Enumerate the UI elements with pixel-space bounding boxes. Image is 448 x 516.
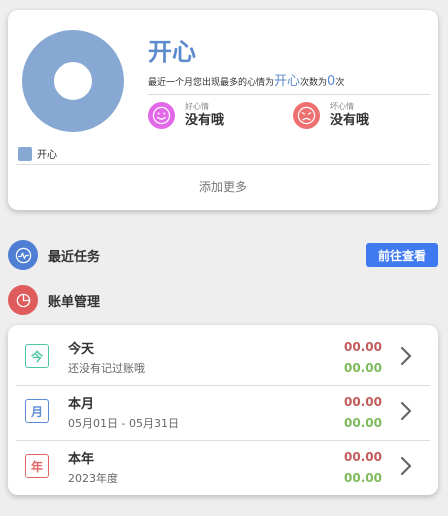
bill-subtitle-year: 2023年度 — [68, 472, 118, 485]
pie-chart-icon — [8, 285, 38, 315]
bill-title-year: 本年 — [68, 452, 95, 467]
bad-mood-caption: 坏心情 — [330, 102, 354, 111]
bill-badge-year: 年 — [25, 454, 49, 478]
activity-pulse-icon — [8, 240, 38, 270]
mood-summary: 最近一个月您出现最多的心情为开心次数为0次 — [148, 70, 344, 89]
sad-face-icon — [293, 102, 320, 129]
bill-manage-section: 账单管理 — [8, 285, 100, 315]
mood-divider — [148, 94, 430, 95]
good-mood-value: 没有哦 — [185, 113, 225, 128]
go-view-button[interactable]: 前往查看 — [366, 243, 438, 267]
bill-title-month: 本月 — [68, 397, 95, 412]
chart-legend: 开心 — [18, 146, 57, 161]
mood-card: 开心 开心 最近一个月您出现最多的心情为开心次数为0次 好心情 没有哦 坏心情 … — [8, 10, 438, 210]
bill-income-today: 00.00 — [344, 361, 382, 375]
donut-slice-happy — [22, 30, 124, 132]
bill-badge-today: 今 — [25, 344, 49, 368]
good-mood-caption: 好心情 — [185, 102, 209, 111]
bill-row-month[interactable]: 月 本月 05月01日 - 05月31日 00.00 00.00 — [8, 382, 438, 437]
bill-expense-today: 00.00 — [344, 340, 382, 354]
bill-badge-month: 月 — [25, 399, 49, 423]
bill-subtitle-month: 05月01日 - 05月31日 — [68, 417, 179, 430]
summary-mood: 开心 — [274, 74, 301, 89]
legend-label: 开心 — [37, 150, 57, 161]
chevron-right-icon[interactable] — [398, 455, 414, 477]
smile-face-icon — [148, 102, 175, 129]
recent-tasks-section: 最近任务 — [8, 240, 100, 270]
summary-prefix: 最近一个月您出现最多的心情为 — [148, 78, 275, 88]
summary-suffix: 次 — [335, 78, 345, 88]
mood-donut-chart — [22, 30, 124, 132]
legend-swatch — [18, 146, 32, 161]
bill-expense-month: 00.00 — [344, 395, 382, 409]
bill-row-today[interactable]: 今 今天 还没有记过账哦 00.00 00.00 — [8, 327, 438, 382]
bill-list-card: 今 今天 还没有记过账哦 00.00 00.00 月 本月 05月01日 - 0… — [8, 325, 438, 495]
add-more-link[interactable]: 添加更多 — [8, 178, 438, 195]
bill-income-month: 00.00 — [344, 416, 382, 430]
card-divider — [16, 164, 430, 165]
summary-mid: 次数为 — [300, 78, 328, 88]
bad-mood-value: 没有哦 — [330, 113, 370, 128]
bill-subtitle-today: 还没有记过账哦 — [68, 362, 145, 375]
bill-income-year: 00.00 — [344, 471, 382, 485]
bill-row-year[interactable]: 年 本年 2023年度 00.00 00.00 — [8, 437, 438, 492]
chevron-right-icon[interactable] — [398, 400, 414, 422]
bill-title-today: 今天 — [68, 342, 95, 357]
bad-mood-stat[interactable]: 坏心情 没有哦 — [293, 102, 369, 129]
good-mood-stat[interactable]: 好心情 没有哦 — [148, 102, 224, 129]
chevron-right-icon[interactable] — [398, 345, 414, 367]
recent-tasks-label: 最近任务 — [48, 249, 101, 265]
bill-expense-year: 00.00 — [344, 450, 382, 464]
bill-manage-label: 账单管理 — [48, 294, 101, 310]
dominant-mood-title: 开心 — [148, 38, 196, 66]
